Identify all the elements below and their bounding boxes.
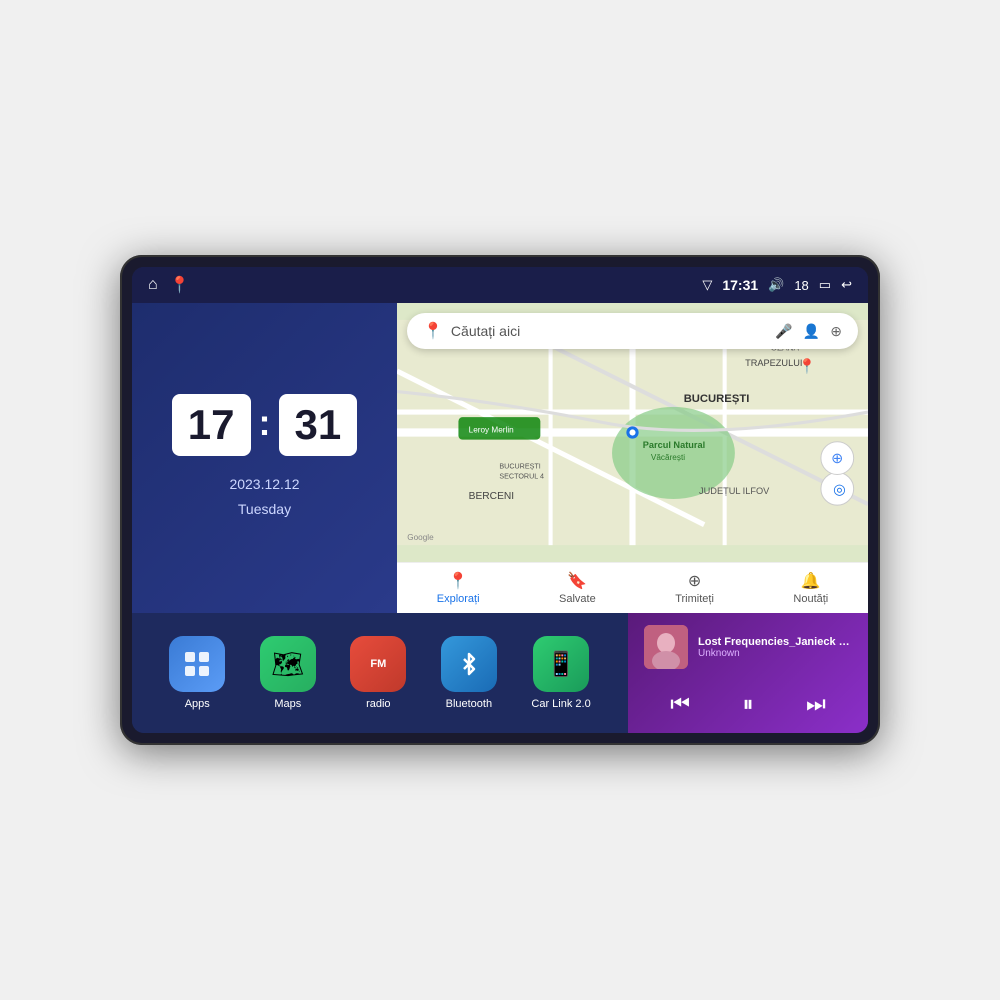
- clock-minutes: 31: [279, 394, 358, 456]
- map-search-icons: 🎤 👤 ⊕: [775, 323, 842, 340]
- apps-label: Apps: [185, 698, 210, 710]
- svg-text:Văcărești: Văcărești: [651, 453, 685, 462]
- battery-icon: ▭: [819, 277, 831, 293]
- app-icon-bluetooth[interactable]: Bluetooth: [441, 636, 497, 710]
- mic-icon[interactable]: 🎤: [775, 323, 792, 340]
- saved-label: Salvate: [559, 593, 596, 605]
- music-thumbnail: [644, 625, 688, 669]
- music-title: Lost Frequencies_Janieck Devy-...: [698, 636, 852, 648]
- app-icon-maps[interactable]: 🗺 Maps: [260, 636, 316, 710]
- svg-text:Google: Google: [407, 533, 434, 542]
- status-left: ⌂ 📍: [148, 275, 190, 295]
- news-label: Noutăți: [793, 593, 828, 605]
- music-info: Lost Frequencies_Janieck Devy-... Unknow…: [644, 625, 852, 669]
- map-bottom-bar: 📍 Explorați 🔖 Salvate ⊕ Trimiteți 🔔: [397, 562, 868, 613]
- carlink-label: Car Link 2.0: [531, 698, 590, 710]
- clock-separator: :: [259, 402, 271, 444]
- apps-panel: Apps 🗺 Maps FM radio: [132, 613, 628, 733]
- status-bar: ⌂ 📍 ▽ 17:31 🔊 18 ▭ ↩: [132, 267, 868, 303]
- maps-shortcut-icon[interactable]: 📍: [170, 275, 190, 295]
- radio-icon-bg: FM: [350, 636, 406, 692]
- layers-icon[interactable]: ⊕: [830, 323, 842, 340]
- play-pause-button[interactable]: ⏸: [738, 687, 757, 721]
- volume-icon: 🔊: [768, 277, 784, 293]
- status-right: ▽ 17:31 🔊 18 ▭ ↩: [702, 277, 852, 293]
- svg-text:BUCUREȘTI: BUCUREȘTI: [499, 462, 540, 470]
- map-search-bar[interactable]: 📍 Căutați aici 🎤 👤 ⊕: [407, 313, 858, 349]
- clock-widget: 17 : 31 2023.12.12 Tuesday: [132, 303, 397, 613]
- saved-icon: 🔖: [567, 571, 587, 591]
- clock-display: 17 : 31: [172, 394, 357, 456]
- map-widget[interactable]: 📍 Căutați aici 🎤 👤 ⊕: [397, 303, 868, 613]
- music-panel: Lost Frequencies_Janieck Devy-... Unknow…: [628, 613, 868, 733]
- carlink-icon-bg: 📱: [533, 636, 589, 692]
- map-nav-saved[interactable]: 🔖 Salvate: [559, 571, 596, 605]
- map-search-input[interactable]: Căutați aici: [451, 323, 767, 339]
- account-icon[interactable]: 👤: [803, 323, 820, 340]
- map-nav-news[interactable]: 🔔 Noutăți: [793, 571, 828, 605]
- music-artist: Unknown: [698, 648, 852, 659]
- svg-text:BUCUREȘTI: BUCUREȘTI: [684, 393, 750, 405]
- car-head-unit: ⌂ 📍 ▽ 17:31 🔊 18 ▭ ↩ 17 :: [120, 255, 880, 745]
- svg-text:BERCENI: BERCENI: [469, 491, 514, 502]
- explore-label: Explorați: [437, 593, 480, 605]
- app-icon-carlink[interactable]: 📱 Car Link 2.0: [531, 636, 590, 710]
- map-pin-icon: 📍: [423, 321, 443, 341]
- clock-hours: 17: [172, 394, 251, 456]
- svg-text:📍: 📍: [798, 358, 816, 375]
- svg-text:⊕: ⊕: [831, 451, 843, 467]
- music-text: Lost Frequencies_Janieck Devy-... Unknow…: [698, 636, 852, 659]
- map-nav-explore[interactable]: 📍 Explorați: [437, 571, 480, 605]
- clock-date: 2023.12.12 Tuesday: [229, 472, 299, 522]
- maps-label: Maps: [274, 698, 301, 710]
- svg-text:JUDEȚUL ILFOV: JUDEȚUL ILFOV: [699, 486, 770, 496]
- svg-text:SECTORUL 4: SECTORUL 4: [499, 473, 544, 481]
- signal-icon: ▽: [702, 277, 712, 293]
- prev-button[interactable]: ⏮: [666, 687, 694, 721]
- svg-text:Leroy Merlin: Leroy Merlin: [469, 426, 514, 435]
- music-controls: ⏮ ⏸ ⏭: [644, 687, 852, 721]
- back-icon[interactable]: ↩: [841, 277, 852, 293]
- status-time: 17:31: [722, 277, 758, 293]
- svg-text:Parcul Natural: Parcul Natural: [643, 440, 705, 450]
- radio-label: radio: [366, 698, 390, 710]
- apps-icon-bg: [169, 636, 225, 692]
- bluetooth-icon-bg: [441, 636, 497, 692]
- maps-icon-bg: 🗺: [260, 636, 316, 692]
- map-nav-send[interactable]: ⊕ Trimiteți: [675, 571, 714, 605]
- send-icon: ⊕: [688, 571, 701, 591]
- top-section: 17 : 31 2023.12.12 Tuesday 📍 Căutați aic…: [132, 303, 868, 613]
- next-button[interactable]: ⏭: [802, 687, 830, 721]
- send-label: Trimiteți: [675, 593, 714, 605]
- bluetooth-label: Bluetooth: [446, 698, 492, 710]
- news-icon: 🔔: [801, 571, 821, 591]
- app-icon-apps[interactable]: Apps: [169, 636, 225, 710]
- app-icon-radio[interactable]: FM radio: [350, 636, 406, 710]
- screen: ⌂ 📍 ▽ 17:31 🔊 18 ▭ ↩ 17 :: [132, 267, 868, 733]
- home-icon[interactable]: ⌂: [148, 276, 158, 294]
- svg-text:◎: ◎: [833, 482, 846, 498]
- battery-level: 18: [794, 278, 808, 293]
- svg-text:TRAPEZULUI: TRAPEZULUI: [745, 358, 802, 368]
- main-content: 17 : 31 2023.12.12 Tuesday 📍 Căutați aic…: [132, 303, 868, 733]
- bottom-section: Apps 🗺 Maps FM radio: [132, 613, 868, 733]
- explore-icon: 📍: [448, 571, 468, 591]
